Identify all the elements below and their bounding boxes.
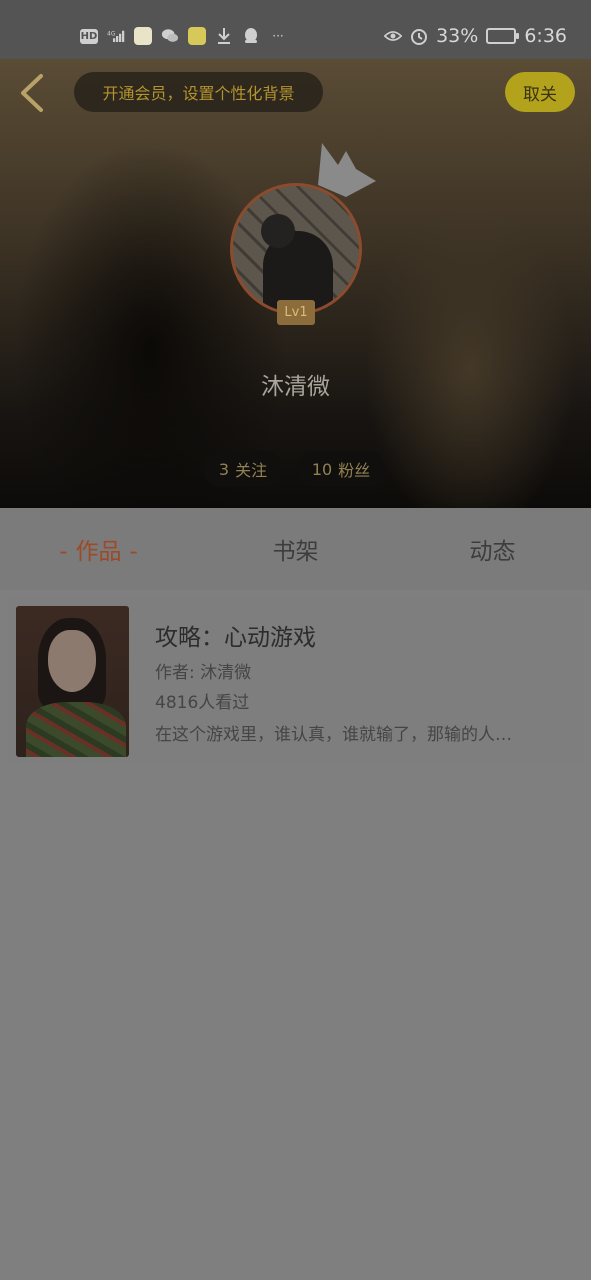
level-badge: Lv1	[277, 300, 315, 325]
following-count-button[interactable]: 3 关注	[203, 451, 283, 487]
fans-label: 粉丝	[338, 461, 371, 480]
network-label: 4G	[107, 30, 116, 37]
profile-tabs: - 作品 - 书架 动态	[0, 508, 591, 590]
wechat-icon	[161, 27, 179, 45]
avatar-image	[230, 183, 362, 315]
tab-active-dash-right: -	[129, 539, 138, 565]
tab-bookshelf[interactable]: 书架	[197, 532, 394, 566]
4g-signal-icon: 4G	[107, 27, 125, 45]
app-icon	[188, 27, 206, 45]
qq-icon	[242, 27, 260, 45]
tab-bookshelf-label: 书架	[272, 539, 319, 565]
tab-works-label: 作品	[75, 539, 122, 565]
status-right: 33% 6:36	[384, 25, 567, 47]
fans-count-button[interactable]: 10 粉丝	[296, 451, 386, 487]
app-icon	[134, 27, 152, 45]
following-count: 3	[218, 459, 230, 479]
tab-works[interactable]: - 作品 -	[0, 532, 197, 566]
battery-icon	[486, 28, 520, 44]
following-label: 关注	[235, 461, 268, 480]
book-author: 作者: 沐清微	[155, 663, 252, 683]
tab-active-dash-left: -	[59, 539, 68, 565]
unfollow-label: 取关	[523, 84, 557, 105]
tab-activity-label: 动态	[469, 539, 516, 565]
cover-dress	[26, 702, 126, 757]
download-icon	[215, 27, 233, 45]
eye-icon	[384, 27, 403, 45]
chevron-left-icon	[21, 74, 43, 112]
status-left-icons: HD 4G ···	[80, 27, 287, 45]
book-views: 4816人看过	[155, 693, 250, 713]
vip-prompt-text: 开通会员，设置个性化背景	[102, 84, 295, 103]
vip-background-prompt[interactable]: 开通会员，设置个性化背景	[74, 72, 323, 112]
alarm-icon	[410, 27, 428, 45]
hd-icon: HD	[80, 28, 98, 44]
more-icon: ···	[272, 29, 284, 43]
username: 沐清微	[261, 374, 330, 400]
book-title: 攻略：心动游戏	[155, 625, 316, 651]
avatar-head	[261, 214, 295, 248]
unfollow-button[interactable]: 取关	[505, 72, 575, 112]
tab-activity[interactable]: 动态	[394, 532, 591, 566]
book-card[interactable]: 攻略：心动游戏 作者: 沐清微 4816人看过 在这个游戏里，谁认真，谁就输了，…	[8, 598, 583, 764]
clock-time: 6:36	[524, 25, 567, 47]
profile-header: 开通会员，设置个性化背景 取关 Lv1 沐清微 3 关注 10 粉丝	[0, 59, 591, 508]
fans-count: 10	[311, 459, 333, 479]
cover-face	[48, 630, 96, 692]
avatar[interactable]	[230, 183, 362, 315]
battery-percent: 33%	[436, 25, 479, 47]
book-cover[interactable]	[16, 606, 129, 757]
book-description: 在这个游戏里，谁认真，谁就输了，那输的人…	[155, 725, 512, 745]
back-button[interactable]	[14, 73, 50, 113]
